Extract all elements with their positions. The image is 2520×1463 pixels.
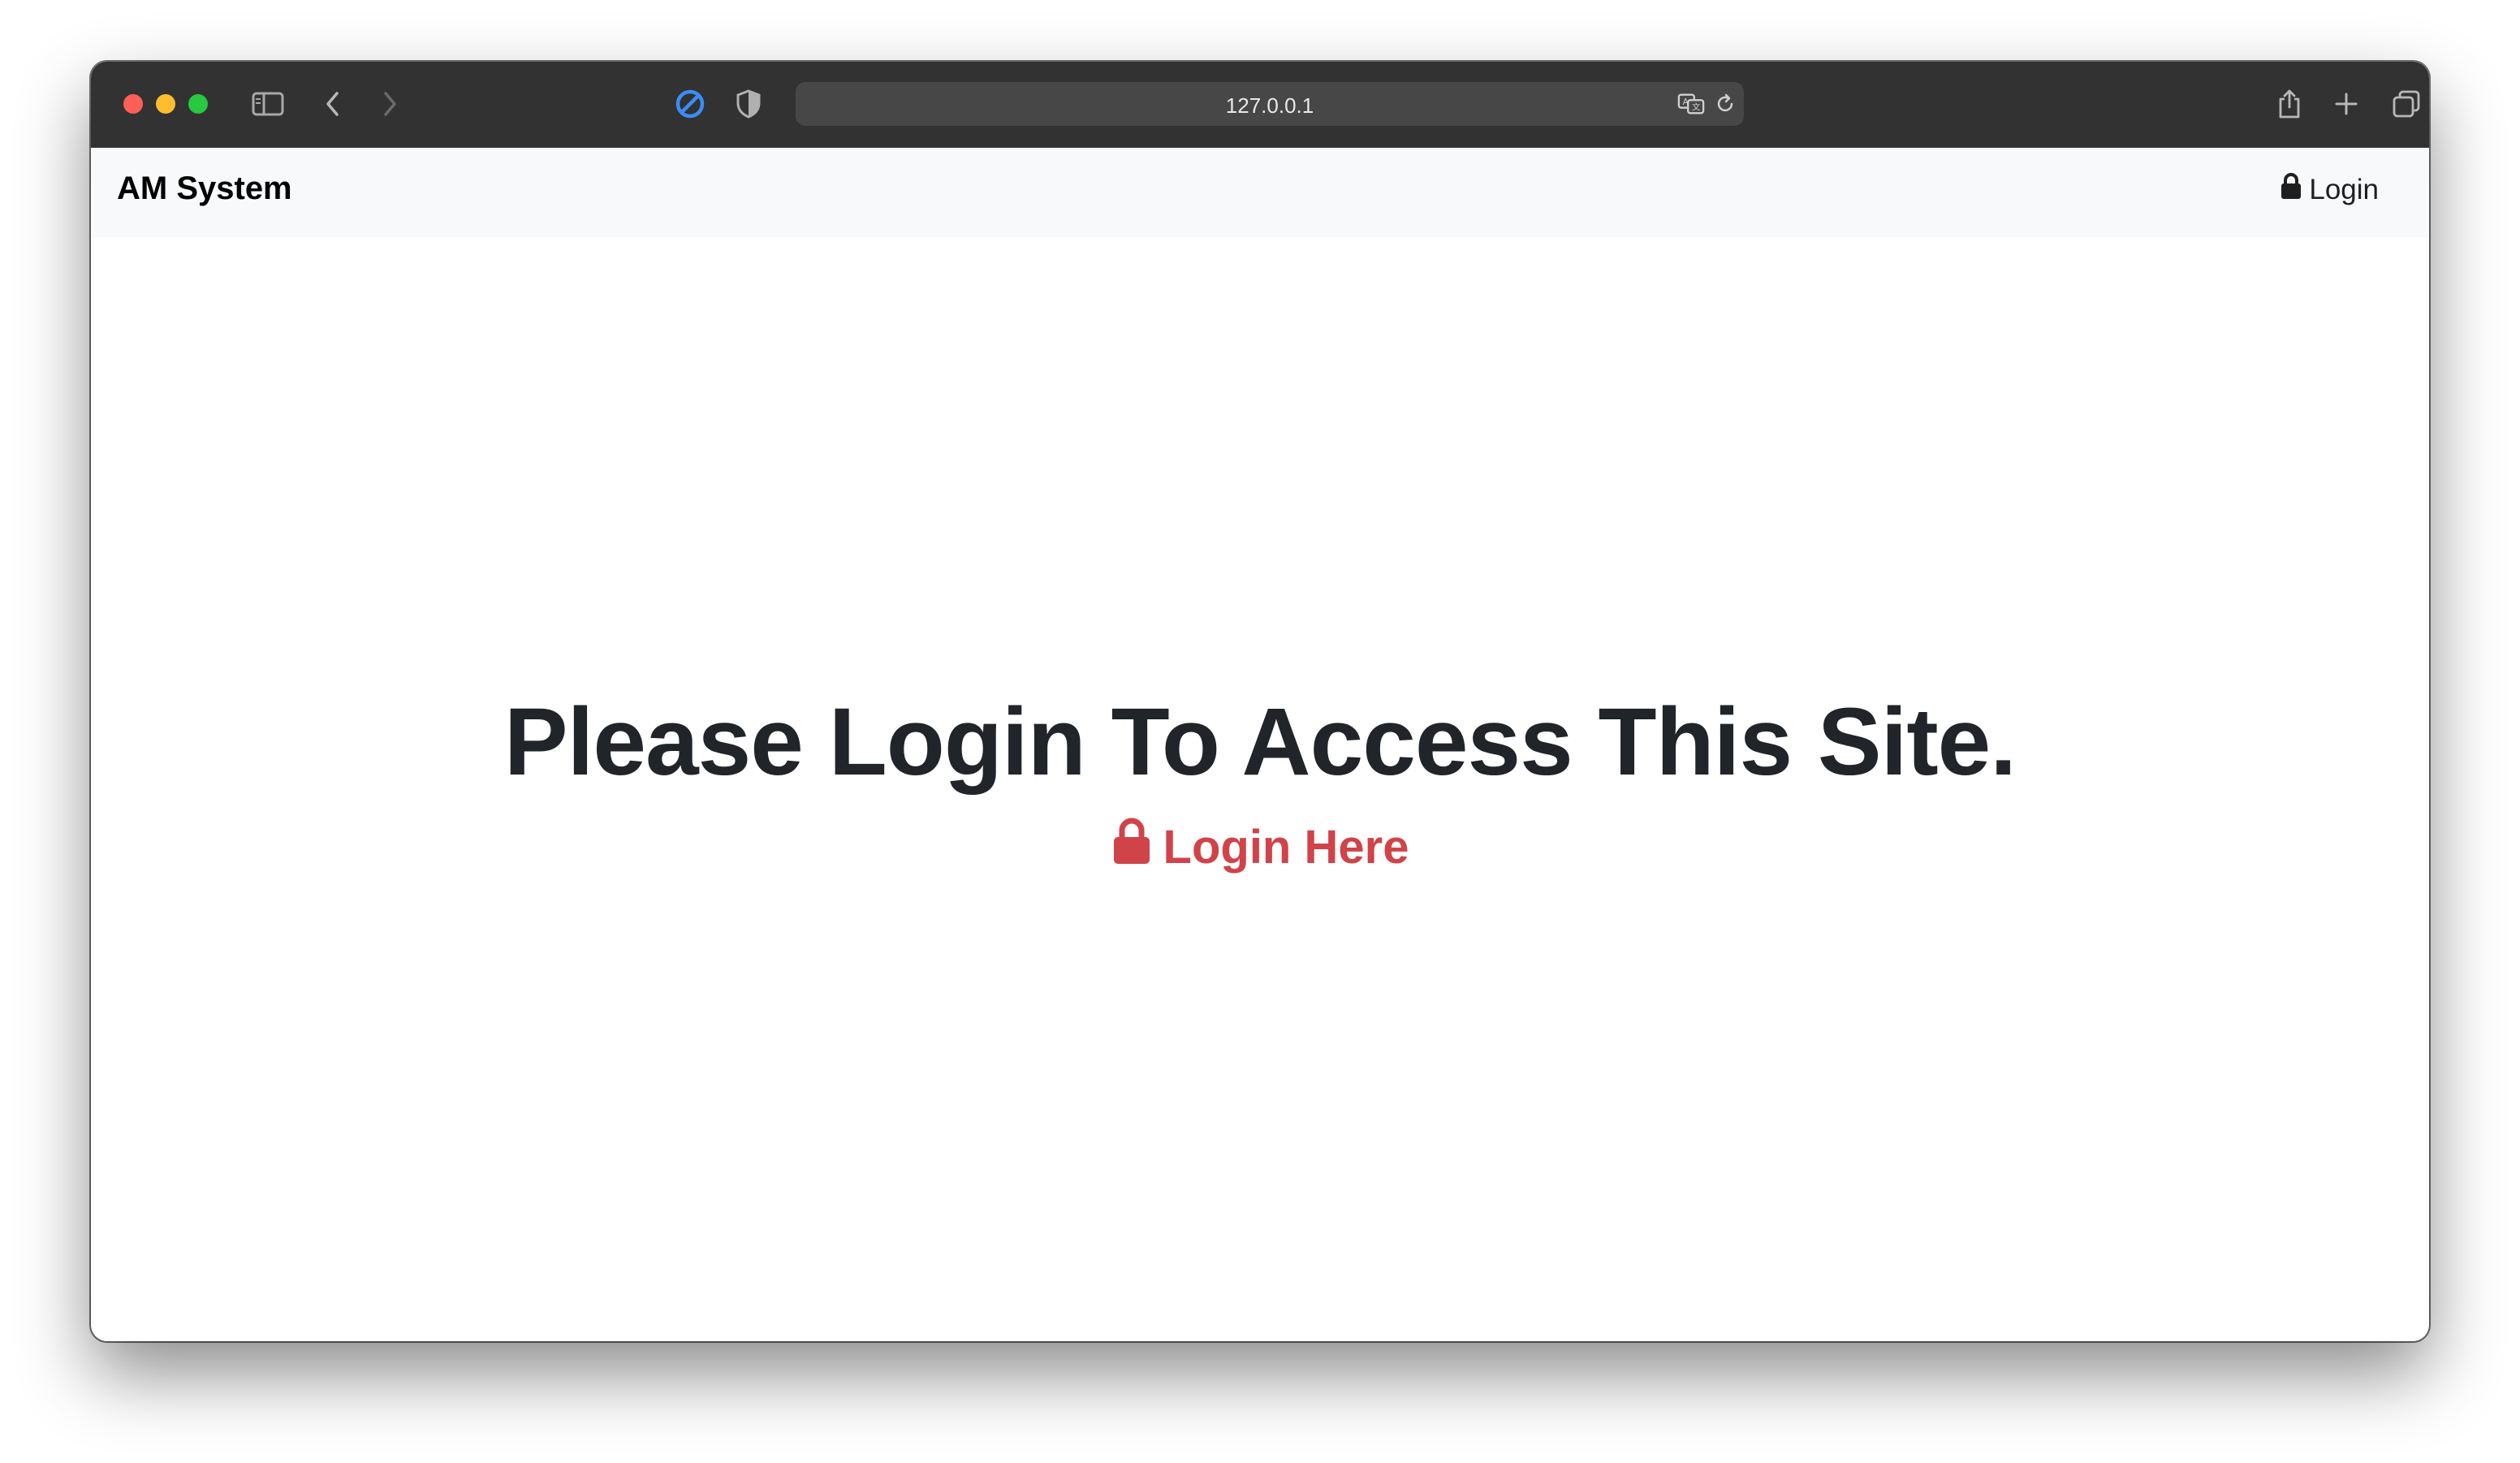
close-window-button[interactable] xyxy=(123,94,143,114)
lock-icon xyxy=(1111,817,1152,877)
blocker-icon[interactable] xyxy=(671,84,710,123)
nav-login-label: Login xyxy=(2309,173,2379,205)
login-here-link[interactable]: Login Here xyxy=(91,817,2429,877)
chevron-left-icon[interactable] xyxy=(313,84,352,123)
browser-window: 127.0.0.1 A 文 AM System Login Please Log… xyxy=(91,62,2429,1341)
brand-logo[interactable]: AM System xyxy=(117,170,292,207)
share-icon[interactable] xyxy=(2270,84,2309,123)
svg-text:文: 文 xyxy=(1692,102,1701,113)
address-bar[interactable]: 127.0.0.1 A 文 xyxy=(796,82,1744,126)
site-navbar: AM System Login xyxy=(91,148,2429,237)
zoom-window-button[interactable] xyxy=(188,94,208,114)
chevron-right-icon[interactable] xyxy=(370,84,409,123)
sidebar-icon[interactable] xyxy=(248,84,287,123)
nav-login-link[interactable]: Login xyxy=(2280,172,2379,207)
browser-toolbar: 127.0.0.1 A 文 xyxy=(91,62,2429,149)
reload-icon[interactable] xyxy=(1711,90,1739,118)
page-title: Please Login To Access This Site. xyxy=(503,688,2017,796)
lock-icon xyxy=(2280,172,2302,207)
login-here-label: Login Here xyxy=(1163,820,1409,874)
shield-icon[interactable] xyxy=(729,84,768,123)
url-text: 127.0.0.1 xyxy=(1225,93,1314,118)
tabs-overview-icon[interactable] xyxy=(2387,84,2426,123)
svg-text:A: A xyxy=(1683,97,1689,107)
main-content: Please Login To Access This Site. Login … xyxy=(91,237,2429,1341)
plus-icon[interactable] xyxy=(2327,84,2366,123)
minimize-window-button[interactable] xyxy=(156,94,175,114)
translate-icon[interactable]: A 文 xyxy=(1677,90,1705,118)
